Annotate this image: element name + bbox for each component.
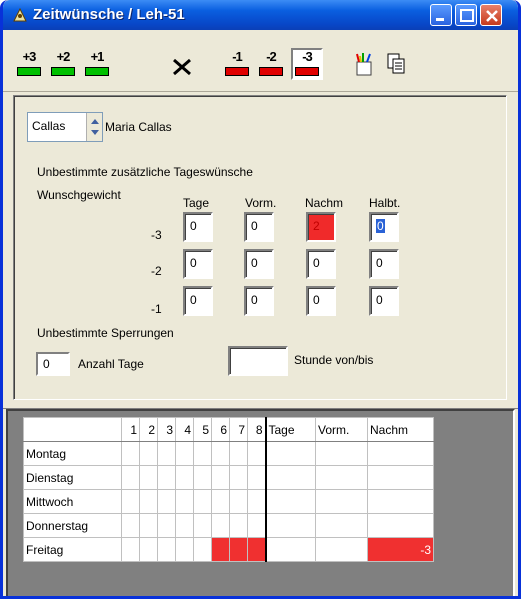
wishes-section-title: Unbestimmte zusätzliche Tageswünsche xyxy=(37,165,253,179)
extra-header-nachm: Nachm xyxy=(367,417,434,442)
day-label: Montag xyxy=(23,441,122,466)
weight-minus2-button[interactable]: -2 xyxy=(257,50,285,78)
extra-header-vorm: Vorm. xyxy=(315,417,368,442)
table-row[interactable]: Dienstag xyxy=(23,465,434,490)
table-row[interactable]: Donnerstag xyxy=(23,513,434,538)
col-header-nachm: Nachm xyxy=(305,196,344,210)
col-header-tage: Tage xyxy=(183,196,210,210)
extra-header-tage: Tage xyxy=(264,417,316,442)
timetable-grid: 1 2 3 4 5 6 7 8 Tage Vorm. Nachm Montag … xyxy=(23,417,434,562)
clear-weight-button[interactable] xyxy=(168,50,196,78)
wish-field-m3-tage[interactable]: 0 xyxy=(183,212,213,242)
blocked-cell[interactable] xyxy=(229,537,248,562)
weight-row-label: -1 xyxy=(151,302,162,316)
col-header-halbt: Halbt. xyxy=(369,196,401,210)
close-button[interactable] xyxy=(480,4,502,26)
weight-minus3-button[interactable]: -3 xyxy=(291,48,323,80)
blocks-section-title: Unbestimmte Sperrungen xyxy=(37,326,174,340)
period-header: 3 xyxy=(157,417,176,442)
blocked-days-label: Anzahl Tage xyxy=(78,357,144,371)
minimize-icon xyxy=(436,18,444,21)
weight-plus2-button[interactable]: +2 xyxy=(49,50,77,78)
spin-arrows[interactable] xyxy=(86,113,102,141)
teacher-fullname: Maria Callas xyxy=(105,120,172,134)
copy-icon xyxy=(387,53,405,74)
weight-row-label: -2 xyxy=(151,264,162,278)
blocked-cell[interactable] xyxy=(211,537,230,562)
wish-field-m1-vorm[interactable]: 0 xyxy=(244,286,274,316)
wish-field-m2-halbt[interactable]: 0 xyxy=(369,249,399,279)
copy-button[interactable] xyxy=(382,50,410,78)
day-label: Donnerstag xyxy=(23,513,122,538)
period-header: 6 xyxy=(211,417,230,442)
blocked-days-field[interactable]: 0 xyxy=(36,352,70,376)
weight-label: Wunschgewicht xyxy=(37,188,121,202)
window-title: Zeitwünsche / Leh-51 xyxy=(33,6,185,23)
table-row[interactable]: Freitag -3 xyxy=(23,537,434,562)
table-row[interactable]: Mittwoch xyxy=(23,489,434,514)
day-label: Dienstag xyxy=(23,465,122,490)
hour-range-field[interactable] xyxy=(228,346,288,376)
grid-header-row: 1 2 3 4 5 6 7 8 Tage Vorm. Nachm xyxy=(23,417,434,442)
blocked-cell[interactable] xyxy=(247,537,266,562)
wish-field-m2-nachm[interactable]: 0 xyxy=(306,249,336,279)
spin-updown-icon xyxy=(91,119,99,135)
wish-field-m1-nachm[interactable]: 0 xyxy=(306,286,336,316)
pen-cup-icon xyxy=(356,53,372,76)
teacher-short: Callas xyxy=(32,119,66,133)
wish-field-m3-halbt[interactable]: 0 xyxy=(369,212,399,242)
col-header-vorm: Vorm. xyxy=(245,196,277,210)
wish-field-m3-nachm[interactable]: 2 xyxy=(306,212,336,242)
day-label: Mittwoch xyxy=(23,489,122,514)
weight-row-label: -3 xyxy=(151,228,162,242)
close-icon xyxy=(486,10,498,22)
day-label: Freitag xyxy=(23,537,122,562)
period-header: 5 xyxy=(193,417,212,442)
hour-range-label: Stunde von/bis xyxy=(294,353,374,367)
period-header: 8 xyxy=(247,417,266,442)
zeitwuensche-window: Zeitwünsche / Leh-51 +3 +2 +1 -1 -2 -3 C… xyxy=(0,0,521,599)
weight-minus1-button[interactable]: -1 xyxy=(223,50,251,78)
friday-nachm-cell[interactable]: -3 xyxy=(367,537,434,562)
period-header: 2 xyxy=(139,417,158,442)
weight-plus1-button[interactable]: +1 xyxy=(83,50,111,78)
colors-button[interactable] xyxy=(350,50,378,78)
wish-field-m1-halbt[interactable]: 0 xyxy=(369,286,399,316)
toolbar: +3 +2 +1 -1 -2 -3 xyxy=(3,30,518,92)
title-bar[interactable]: Zeitwünsche / Leh-51 xyxy=(3,0,518,30)
period-header: 1 xyxy=(121,417,140,442)
clear-x-icon xyxy=(173,58,191,76)
wish-field-m2-vorm[interactable]: 0 xyxy=(244,249,274,279)
wish-field-m3-vorm[interactable]: 0 xyxy=(244,212,274,242)
minimize-button[interactable] xyxy=(430,4,452,26)
maximize-icon xyxy=(460,9,474,22)
teacher-spinbox[interactable]: Callas xyxy=(27,112,103,142)
maximize-button[interactable] xyxy=(455,4,477,26)
wish-field-m2-tage[interactable]: 0 xyxy=(183,249,213,279)
wish-field-m1-tage[interactable]: 0 xyxy=(183,286,213,316)
weight-plus3-button[interactable]: +3 xyxy=(15,50,43,78)
table-row[interactable]: Montag xyxy=(23,441,434,466)
period-header: 7 xyxy=(229,417,248,442)
period-header: 4 xyxy=(175,417,194,442)
app-icon xyxy=(13,7,27,22)
